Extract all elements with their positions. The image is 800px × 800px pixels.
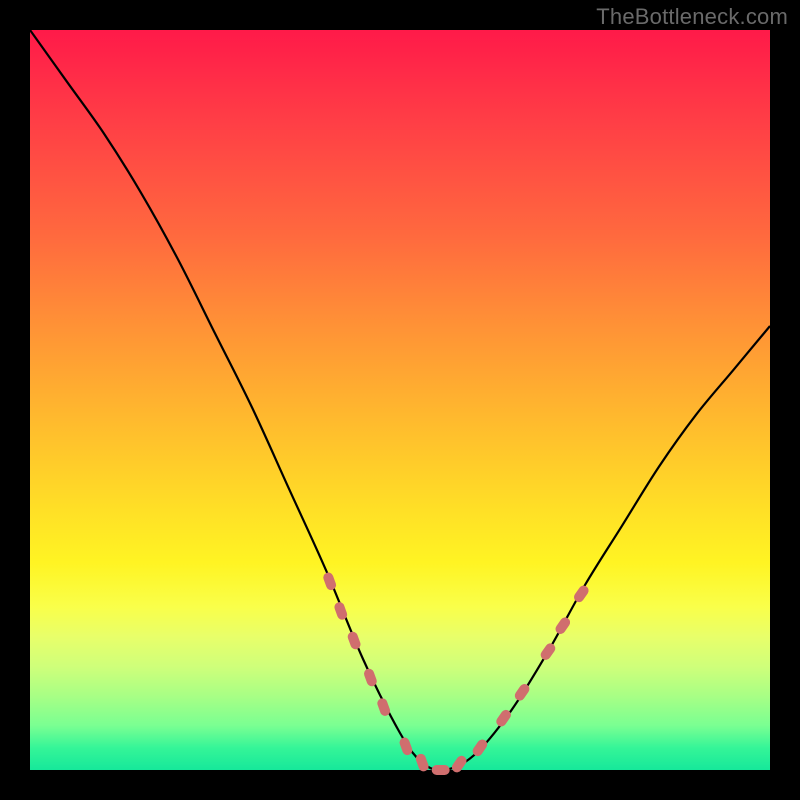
curve-marker — [554, 615, 573, 635]
bottleneck-curve — [30, 30, 770, 770]
curve-marker — [322, 571, 338, 591]
curve-svg — [30, 30, 770, 770]
curve-marker — [450, 754, 469, 774]
curve-marker — [414, 752, 430, 772]
curve-marker — [432, 765, 450, 775]
outer-frame: TheBottleneck.com — [0, 0, 800, 800]
watermark-text: TheBottleneck.com — [596, 4, 788, 30]
curve-marker — [346, 630, 362, 650]
marker-group — [322, 571, 591, 775]
curve-marker — [398, 736, 414, 756]
curve-marker — [539, 641, 558, 661]
plot-area — [30, 30, 770, 770]
